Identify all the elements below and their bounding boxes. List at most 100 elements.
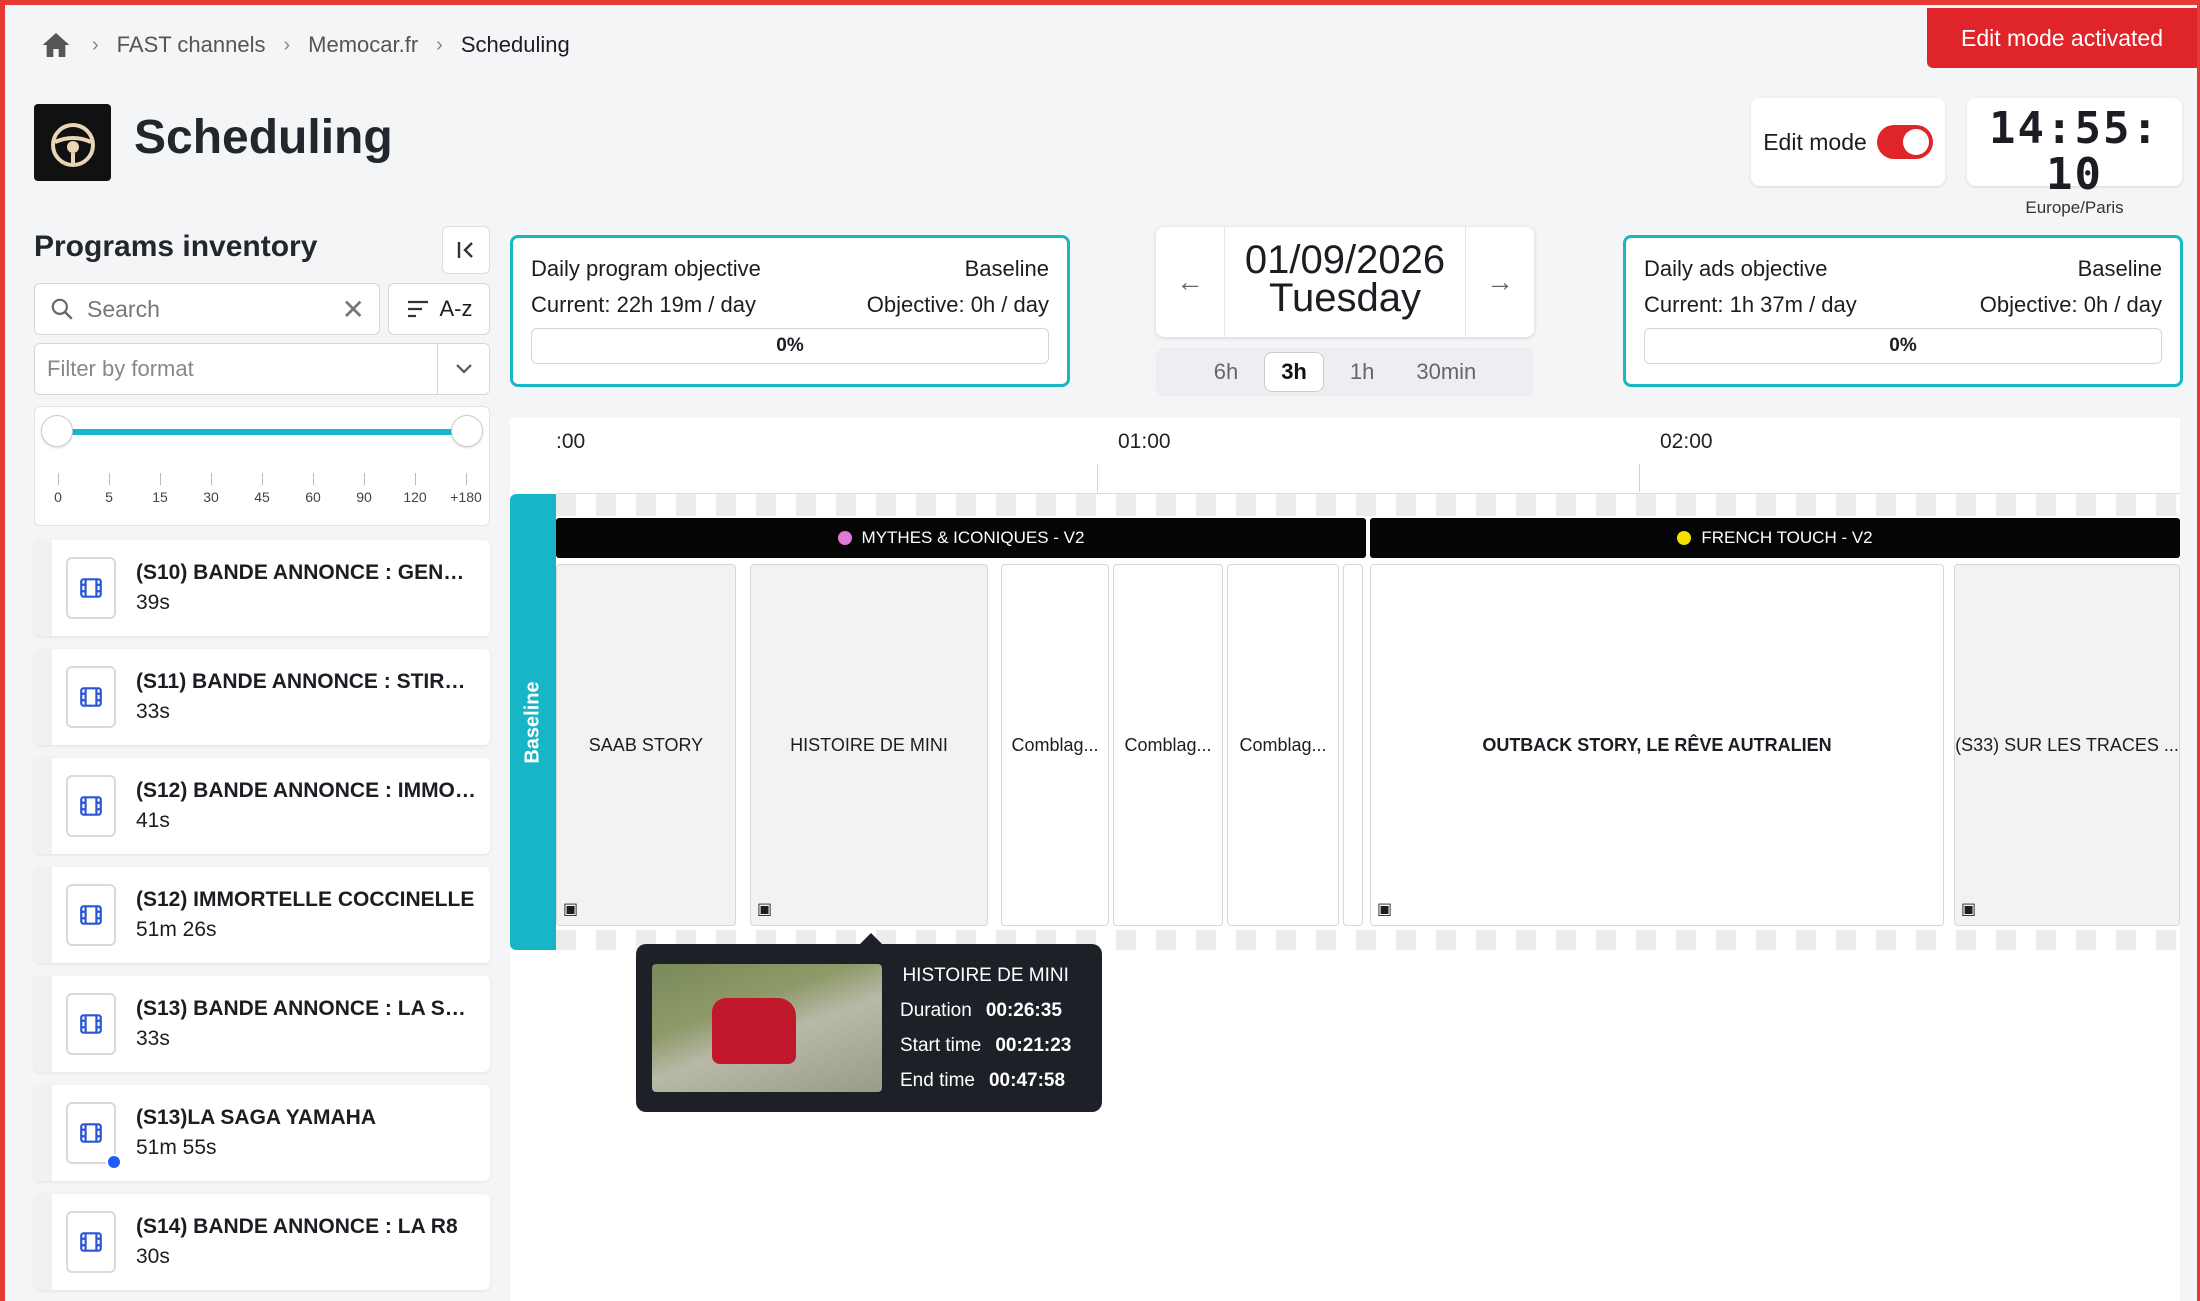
date-picker: ← 01/09/2026 Tuesday → bbox=[1156, 227, 1534, 337]
program-name: (S12) IMMORTELLE COCCINELLE bbox=[136, 888, 475, 911]
objective-current: Current: 22h 19m / day bbox=[531, 292, 757, 317]
zoom-1h[interactable]: 1h bbox=[1334, 353, 1390, 391]
slider-tick bbox=[58, 473, 59, 485]
slider-max-handle[interactable] bbox=[451, 415, 483, 447]
program-name: (S11) BANDE ANNONCE : STIRLING bbox=[136, 670, 476, 693]
duration-range-slider[interactable]: 0 5 15 30 45 60 90 120 +180 bbox=[34, 406, 490, 526]
page-title: Scheduling bbox=[134, 111, 393, 164]
program-objective-card: Daily program objective Baseline Current:… bbox=[510, 235, 1070, 387]
baseline-lane-label: Baseline bbox=[510, 494, 556, 950]
group-color-dot bbox=[837, 531, 852, 545]
tooltip-duration-label: Duration bbox=[900, 1000, 972, 1021]
collapse-panel-button[interactable] bbox=[442, 226, 490, 274]
objective-progress-bar: 0% bbox=[1644, 328, 2162, 364]
objective-tag: Baseline bbox=[2077, 256, 2162, 281]
filler-block[interactable]: Comblag... bbox=[1227, 564, 1339, 926]
filler-block[interactable]: Comblag... bbox=[1113, 564, 1223, 926]
timeline-stripe bbox=[556, 494, 2180, 516]
home-icon[interactable] bbox=[38, 29, 74, 61]
time-label: :00 bbox=[556, 430, 586, 453]
clear-icon[interactable]: ✕ bbox=[342, 293, 365, 326]
slider-tick bbox=[313, 473, 314, 485]
video-file-icon bbox=[66, 884, 116, 946]
sort-button[interactable]: A-z bbox=[388, 283, 490, 335]
zoom-3h[interactable]: 3h bbox=[1264, 352, 1324, 392]
search-input[interactable]: Search ✕ bbox=[34, 283, 380, 335]
breadcrumb-item-channel[interactable]: Memocar.fr bbox=[308, 32, 418, 58]
slider-tick bbox=[160, 473, 161, 485]
sort-label: A-z bbox=[439, 296, 473, 321]
video-icon: ▣ bbox=[563, 901, 579, 918]
slider-min-handle[interactable] bbox=[41, 415, 73, 447]
filler-block[interactable] bbox=[1343, 564, 1363, 926]
zoom-6h[interactable]: 6h bbox=[1198, 353, 1254, 391]
schedule-timeline[interactable]: :00 01:00 02:00 Baseline MYTHES & ICONIQ… bbox=[510, 418, 2180, 1301]
next-day-button[interactable]: → bbox=[1466, 227, 1534, 337]
slider-label: 30 bbox=[203, 489, 219, 505]
program-block[interactable]: HISTOIRE DE MINI ▣ bbox=[750, 564, 988, 926]
slider-label: 5 bbox=[105, 489, 113, 505]
date-value: 01/09/2026 bbox=[1244, 238, 1446, 282]
objective-target: Objective: 0h / day bbox=[866, 292, 1049, 317]
zoom-selector: 6h 3h 1h 30min bbox=[1156, 348, 1534, 396]
search-icon bbox=[51, 298, 73, 320]
filter-placeholder: Filter by format bbox=[47, 356, 194, 381]
tooltip-end-label: End time bbox=[900, 1070, 975, 1091]
steering-wheel-icon bbox=[50, 122, 95, 167]
program-list-item[interactable]: (S13)LA SAGA YAMAHA 51m 55s bbox=[34, 1085, 490, 1181]
program-block[interactable]: SAAB STORY ▣ bbox=[556, 564, 736, 926]
video-file-icon bbox=[66, 666, 116, 728]
chevron-right-icon: › bbox=[92, 33, 99, 56]
new-indicator bbox=[106, 1154, 122, 1170]
program-name: (S13)LA SAGA YAMAHA bbox=[136, 1106, 376, 1129]
slider-track[interactable] bbox=[57, 429, 467, 435]
collapse-left-icon bbox=[457, 242, 473, 258]
program-list-item[interactable]: (S12) IMMORTELLE COCCINELLE 51m 26s bbox=[34, 867, 490, 963]
program-list-item[interactable]: (S12) BANDE ANNONCE : IMMORTELLE 41s bbox=[34, 758, 490, 854]
program-block[interactable]: OUTBACK STORY, LE RÊVE AUTRALIEN ▣ bbox=[1370, 564, 1944, 926]
video-file-icon bbox=[66, 775, 116, 837]
time-ruler: :00 01:00 02:00 bbox=[556, 418, 2180, 494]
edit-mode-card: Edit mode bbox=[1751, 98, 1945, 186]
edit-mode-toggle[interactable] bbox=[1876, 125, 1933, 159]
chevron-down-icon[interactable] bbox=[437, 344, 489, 394]
program-duration: 30s bbox=[136, 1245, 170, 1268]
program-list-item[interactable]: (S13) BANDE ANNONCE : LA SAGA 33s bbox=[34, 976, 490, 1072]
program-list-item[interactable]: (S14) BANDE ANNONCE : LA R8 30s bbox=[34, 1194, 490, 1290]
sort-icon bbox=[407, 300, 428, 318]
filler-block[interactable]: Comblag... bbox=[1001, 564, 1109, 926]
breadcrumb-current: Scheduling bbox=[460, 32, 570, 57]
clock: 14:55: 10 Europe/Paris bbox=[1967, 98, 2182, 217]
format-filter-select[interactable]: Filter by format bbox=[34, 343, 490, 395]
breadcrumb-item-fast-channels[interactable]: FAST channels bbox=[117, 32, 266, 58]
objective-progress-bar: 0% bbox=[531, 328, 1049, 364]
previous-day-button[interactable]: ← bbox=[1156, 227, 1224, 337]
group-header-mythes[interactable]: MYTHES & ICONIQUES - V2 bbox=[556, 518, 1366, 558]
search-placeholder: Search bbox=[87, 295, 160, 322]
tooltip-title: HISTOIRE DE MINI bbox=[902, 965, 1069, 986]
clock-timezone: Europe/Paris bbox=[2025, 198, 2124, 217]
breadcrumb: › FAST channels › Memocar.fr › Schedulin… bbox=[38, 22, 570, 68]
tooltip-end: 00:47:58 bbox=[988, 1070, 1066, 1091]
car-image bbox=[712, 998, 796, 1064]
group-color-dot bbox=[1677, 531, 1692, 545]
current-date[interactable]: 01/09/2026 Tuesday bbox=[1224, 227, 1466, 337]
inventory-title: Programs inventory bbox=[34, 230, 318, 263]
video-file-icon bbox=[66, 557, 116, 619]
time-label: 01:00 bbox=[1118, 430, 1171, 453]
objective-target: Objective: 0h / day bbox=[1979, 292, 2162, 317]
objective-current: Current: 1h 37m / day bbox=[1644, 292, 1857, 317]
program-list-item[interactable]: (S10) BANDE ANNONCE : GENTLEMAN 39s bbox=[34, 540, 490, 636]
chevron-right-icon: › bbox=[436, 33, 443, 56]
edit-mode-label: Edit mode bbox=[1763, 128, 1867, 155]
slider-label: +180 bbox=[450, 489, 482, 505]
slider-tick bbox=[466, 473, 467, 485]
slider-tick bbox=[211, 473, 212, 485]
program-duration: 51m 55s bbox=[136, 1136, 217, 1159]
zoom-30min[interactable]: 30min bbox=[1400, 353, 1492, 391]
program-list-item[interactable]: (S11) BANDE ANNONCE : STIRLING 33s bbox=[34, 649, 490, 745]
edit-mode-banner: Edit mode activated bbox=[1927, 8, 2197, 68]
program-block[interactable]: (S33) SUR LES TRACES ... ▣ bbox=[1954, 564, 2180, 926]
arrow-left-icon: ← bbox=[1176, 266, 1204, 297]
group-header-french-touch[interactable]: FRENCH TOUCH - V2 bbox=[1370, 518, 2180, 558]
